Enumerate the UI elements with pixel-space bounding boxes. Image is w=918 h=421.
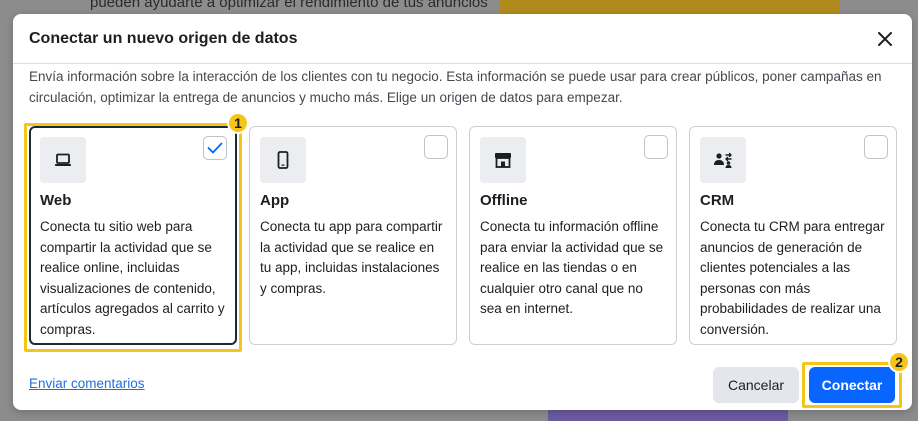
background-banner [500,0,840,14]
close-icon [878,32,892,46]
store-icon [495,153,511,168]
dialog-header: Conectar un nuevo origen de datos [13,14,912,64]
background-text: pueden ayudarte a optimizar el rendimien… [90,0,488,11]
card-description: Conecta tu CRM para entregar anuncios de… [700,219,885,337]
step-badge-2: 2 [888,351,910,373]
checkmark-icon [207,142,223,154]
step-badge-1: 1 [227,112,249,134]
close-button[interactable] [872,26,898,52]
people-exchange-icon [714,152,732,168]
card-title: Offline [480,192,528,209]
card-title: App [260,192,290,209]
laptop-icon [55,153,71,166]
feedback-link[interactable]: Enviar comentarios [29,376,145,391]
card-description: Conecta tu sitio web para compartir la a… [40,219,225,337]
card-web[interactable]: Web Conecta tu sitio web para compartir … [29,126,237,345]
dialog-description: Envía información sobre la interacción d… [29,69,882,105]
phone-icon [277,151,289,169]
dialog-title: Conectar un nuevo origen de datos [29,30,298,47]
card-app[interactable]: App Conecta tu app para compartir la act… [249,126,457,345]
data-source-cards: Web Conecta tu sitio web para compartir … [29,126,897,345]
card-checkbox-web[interactable] [203,136,227,160]
card-icon-box [700,137,746,183]
card-checkbox-offline[interactable] [644,135,668,159]
card-crm[interactable]: CRM Conecta tu CRM para entregar anuncio… [689,126,897,345]
card-icon-box [480,137,526,183]
card-title: CRM [700,192,735,209]
card-checkbox-crm[interactable] [864,135,888,159]
card-title: Web [40,192,72,209]
cancel-button[interactable]: Cancelar [713,367,799,403]
card-icon-box [40,137,86,183]
connect-button[interactable]: Conectar [809,367,895,403]
card-description: Conecta tu app para compartir la activid… [260,219,443,296]
card-offline[interactable]: Offline Conecta tu información offline p… [469,126,677,345]
card-description: Conecta tu información offline para envi… [480,219,664,316]
card-icon-box [260,137,306,183]
connect-data-source-dialog: Conectar un nuevo origen de datos Envía … [13,14,912,410]
card-checkbox-app[interactable] [424,135,448,159]
